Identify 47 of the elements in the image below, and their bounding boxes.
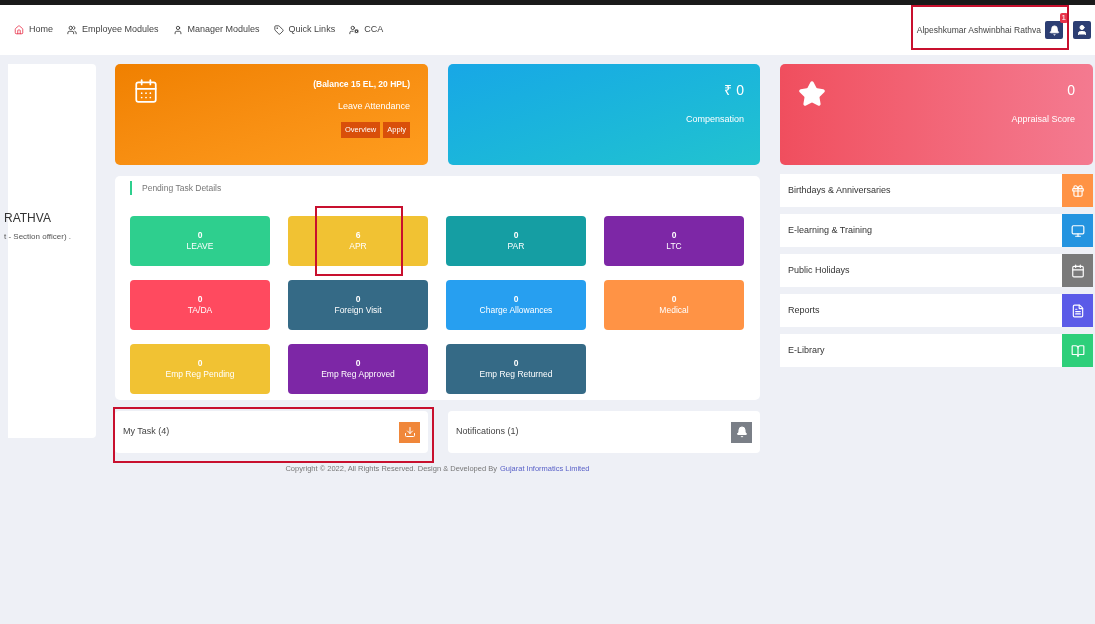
download-icon (403, 426, 416, 438)
quick-link-item[interactable]: Birthdays & Anniversaries (780, 174, 1093, 207)
nav-link[interactable]: Employee Modules (67, 23, 159, 37)
task-tile[interactable]: 0 Emp Reg Returned (446, 344, 586, 394)
card-title: Leave Attendance (337, 99, 410, 113)
document-icon (1070, 303, 1085, 318)
monitor-icon (1070, 223, 1085, 238)
appraisal-value: 0 (1067, 81, 1075, 100)
download-button[interactable] (399, 421, 420, 443)
nav-link[interactable]: Quick Links (273, 23, 336, 37)
home-icon (14, 25, 24, 35)
quick-link-item[interactable]: E-Library (780, 334, 1093, 367)
notification-badge: 1 (1059, 13, 1068, 23)
bell-icon (735, 426, 748, 438)
card-title: Compensation (685, 113, 744, 126)
quick-link-item[interactable]: Public Holidays (780, 254, 1093, 287)
book-icon (1070, 343, 1085, 358)
panel-label: Notifications (1) (456, 425, 519, 439)
notifications-button[interactable] (731, 421, 752, 443)
gift-icon (1070, 183, 1085, 198)
leave-balance: (Balance 15 EL, 20 HPL) (313, 78, 410, 91)
compensation-value: ₹ 0 (724, 81, 744, 100)
panel-label: My Task (4) (123, 425, 170, 439)
users-icon (67, 25, 77, 35)
nav-link[interactable]: Manager Modules (172, 23, 260, 37)
person-gear-icon (349, 25, 360, 35)
quick-link-item[interactable]: E-learning & Training (780, 214, 1093, 247)
bell-icon (1048, 24, 1060, 36)
star-icon (798, 80, 826, 108)
profile-name: RATHVA (4, 210, 52, 227)
panel-title: Pending Task Details (142, 181, 222, 195)
card-title: Appraisal Score (1011, 113, 1075, 126)
person-icon (172, 25, 183, 35)
notification-button[interactable] (1045, 21, 1063, 39)
task-tile[interactable]: 0 Foreign Visit (288, 280, 428, 330)
profile-button[interactable] (1073, 21, 1091, 39)
task-tile[interactable]: 0 LTC (604, 216, 744, 266)
tag-icon (273, 25, 284, 35)
quick-link-item[interactable]: Reports (780, 294, 1093, 327)
nav-link[interactable]: Home (14, 23, 53, 37)
calendar-icon (1070, 263, 1085, 278)
calendar-icon (133, 78, 159, 104)
person-icon (1076, 24, 1088, 36)
profile-designation: t - Section officer) . (4, 231, 72, 243)
user-name[interactable]: Alpeshkumar Ashwinbhai Rathva (916, 23, 1041, 37)
task-tile[interactable]: 0 Emp Reg Approved (288, 344, 428, 394)
nav-link[interactable]: CCA (349, 23, 384, 37)
